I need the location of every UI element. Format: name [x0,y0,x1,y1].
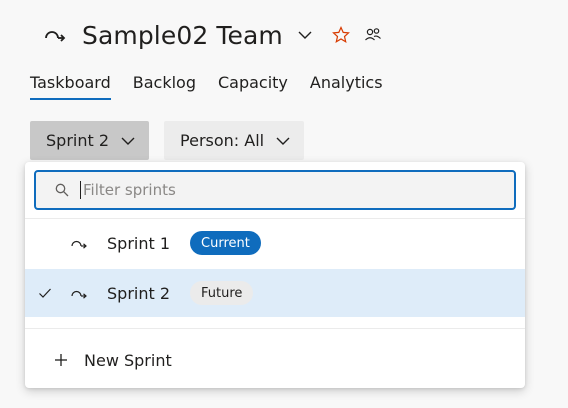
sprint-picker-button[interactable]: Sprint 2 [30,121,150,160]
sprint-filter-box[interactable] [34,170,516,210]
new-sprint-label: New Sprint [84,350,172,370]
sprint-dropdown: Sprint 1 Current Sprint 2 Future New Spr [25,162,525,388]
iteration-icon [69,285,89,301]
sprint-name: Sprint 2 [107,283,171,303]
tab-backlog[interactable]: Backlog [133,72,196,100]
hub-tabs: Taskboard Backlog Capacity Analytics [30,72,383,100]
chevron-down-icon [121,137,135,145]
sprint-name: Sprint 1 [107,233,171,253]
person-filter-button[interactable]: Person: All [164,121,305,160]
favorite-star-icon[interactable] [329,23,353,47]
search-icon [54,182,70,198]
sprint-option-sprint-2[interactable]: Sprint 2 Future [25,269,525,317]
chevron-down-icon [276,137,290,145]
tab-analytics[interactable]: Analytics [310,72,383,100]
checkmark-icon [31,287,59,299]
filter-bar: Sprint 2 Person: All [30,121,305,160]
team-title: Sample02 Team [82,20,283,50]
iteration-icon [69,235,89,251]
divider [25,328,525,329]
team-members-people-icon[interactable] [361,23,385,47]
plus-icon [52,351,70,369]
sprint-filter-input[interactable] [80,181,483,199]
sprint-option-sprint-1[interactable]: Sprint 1 Current [25,219,525,267]
future-badge: Future [190,281,254,305]
team-header: Sample02 Team [42,18,385,52]
tab-capacity[interactable]: Capacity [218,72,288,100]
team-iteration-icon [42,25,68,45]
team-switcher-chevron-icon[interactable] [293,23,317,47]
person-filter-label: Person: All [180,131,265,150]
sprint-picker-label: Sprint 2 [46,131,110,150]
new-sprint-button[interactable]: New Sprint [25,340,525,380]
current-badge: Current [190,231,261,255]
tab-taskboard[interactable]: Taskboard [30,72,111,100]
